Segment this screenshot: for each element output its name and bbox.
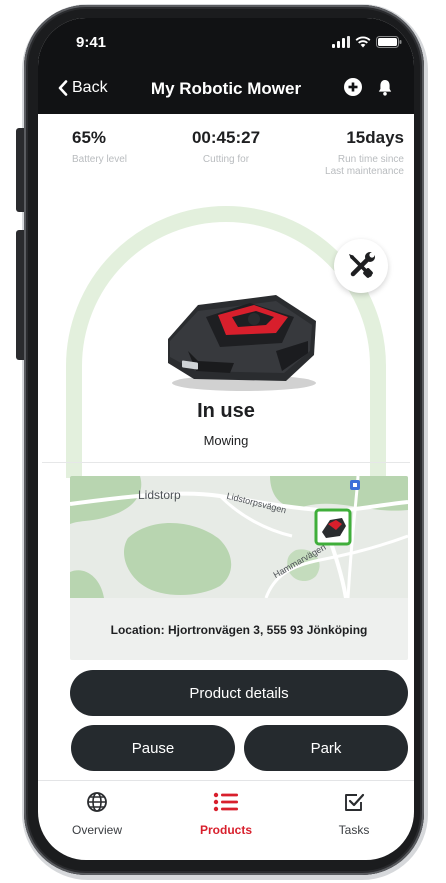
notification-bell-icon[interactable] xyxy=(378,79,392,96)
tab-products-label: Products xyxy=(199,823,252,837)
tab-overview[interactable]: Overview xyxy=(52,790,142,837)
tab-bar-divider xyxy=(38,780,414,781)
back-label: Back xyxy=(72,79,108,96)
location-address: Location: Hjortronvägen 3, 555 93 Jönköp… xyxy=(110,623,368,637)
card-divider xyxy=(42,462,410,463)
side-button-mute xyxy=(16,128,24,212)
app-header: 9:41 Back My Robotic Mower xyxy=(38,18,414,114)
checkbox-icon xyxy=(345,793,365,811)
add-icon[interactable] xyxy=(344,78,362,96)
tab-tasks-label: Tasks xyxy=(338,823,370,837)
tab-tasks[interactable]: Tasks xyxy=(309,790,399,837)
maintenance-value: 15days xyxy=(346,128,404,147)
phone-screen: 9:41 Back My Robotic Mower 65% Battery l… xyxy=(38,18,414,860)
mower-state: In use xyxy=(197,400,255,422)
list-icon xyxy=(213,792,238,812)
cellular-signal-icon xyxy=(332,36,350,48)
pause-button[interactable]: Pause xyxy=(71,725,235,771)
tab-overview-label: Overview xyxy=(71,823,122,837)
map-place-label: Lidstorp xyxy=(138,488,181,502)
maintenance-tools-button[interactable] xyxy=(334,239,388,293)
maintenance-label-line1: Run time since xyxy=(337,154,404,165)
chevron-left-icon xyxy=(58,80,68,96)
battery-icon xyxy=(376,36,402,48)
maintenance-stat: 15days Run time since Last maintenance xyxy=(325,128,404,178)
maintenance-label-line2: Last maintenance xyxy=(325,166,404,177)
mower-activity: Mowing xyxy=(203,433,249,448)
back-button[interactable]: Back xyxy=(58,79,108,97)
tab-products[interactable]: Products xyxy=(181,790,271,837)
park-button[interactable]: Park xyxy=(244,725,408,771)
robotic-mower-image xyxy=(168,295,316,391)
maintenance-label: Run time since Last maintenance xyxy=(325,154,404,178)
status-icons xyxy=(332,36,402,48)
product-details-button[interactable]: Product details xyxy=(70,670,408,716)
location-map-card[interactable]: Lidstorp Lidstorpsvägen Hammarvägen Loca… xyxy=(70,476,408,660)
status-time: 9:41 xyxy=(76,34,107,51)
side-button-volume xyxy=(16,230,24,360)
wrench-screwdriver-icon xyxy=(349,252,375,278)
wifi-icon xyxy=(355,36,371,48)
header-actions xyxy=(344,78,392,96)
globe-icon xyxy=(87,792,107,812)
